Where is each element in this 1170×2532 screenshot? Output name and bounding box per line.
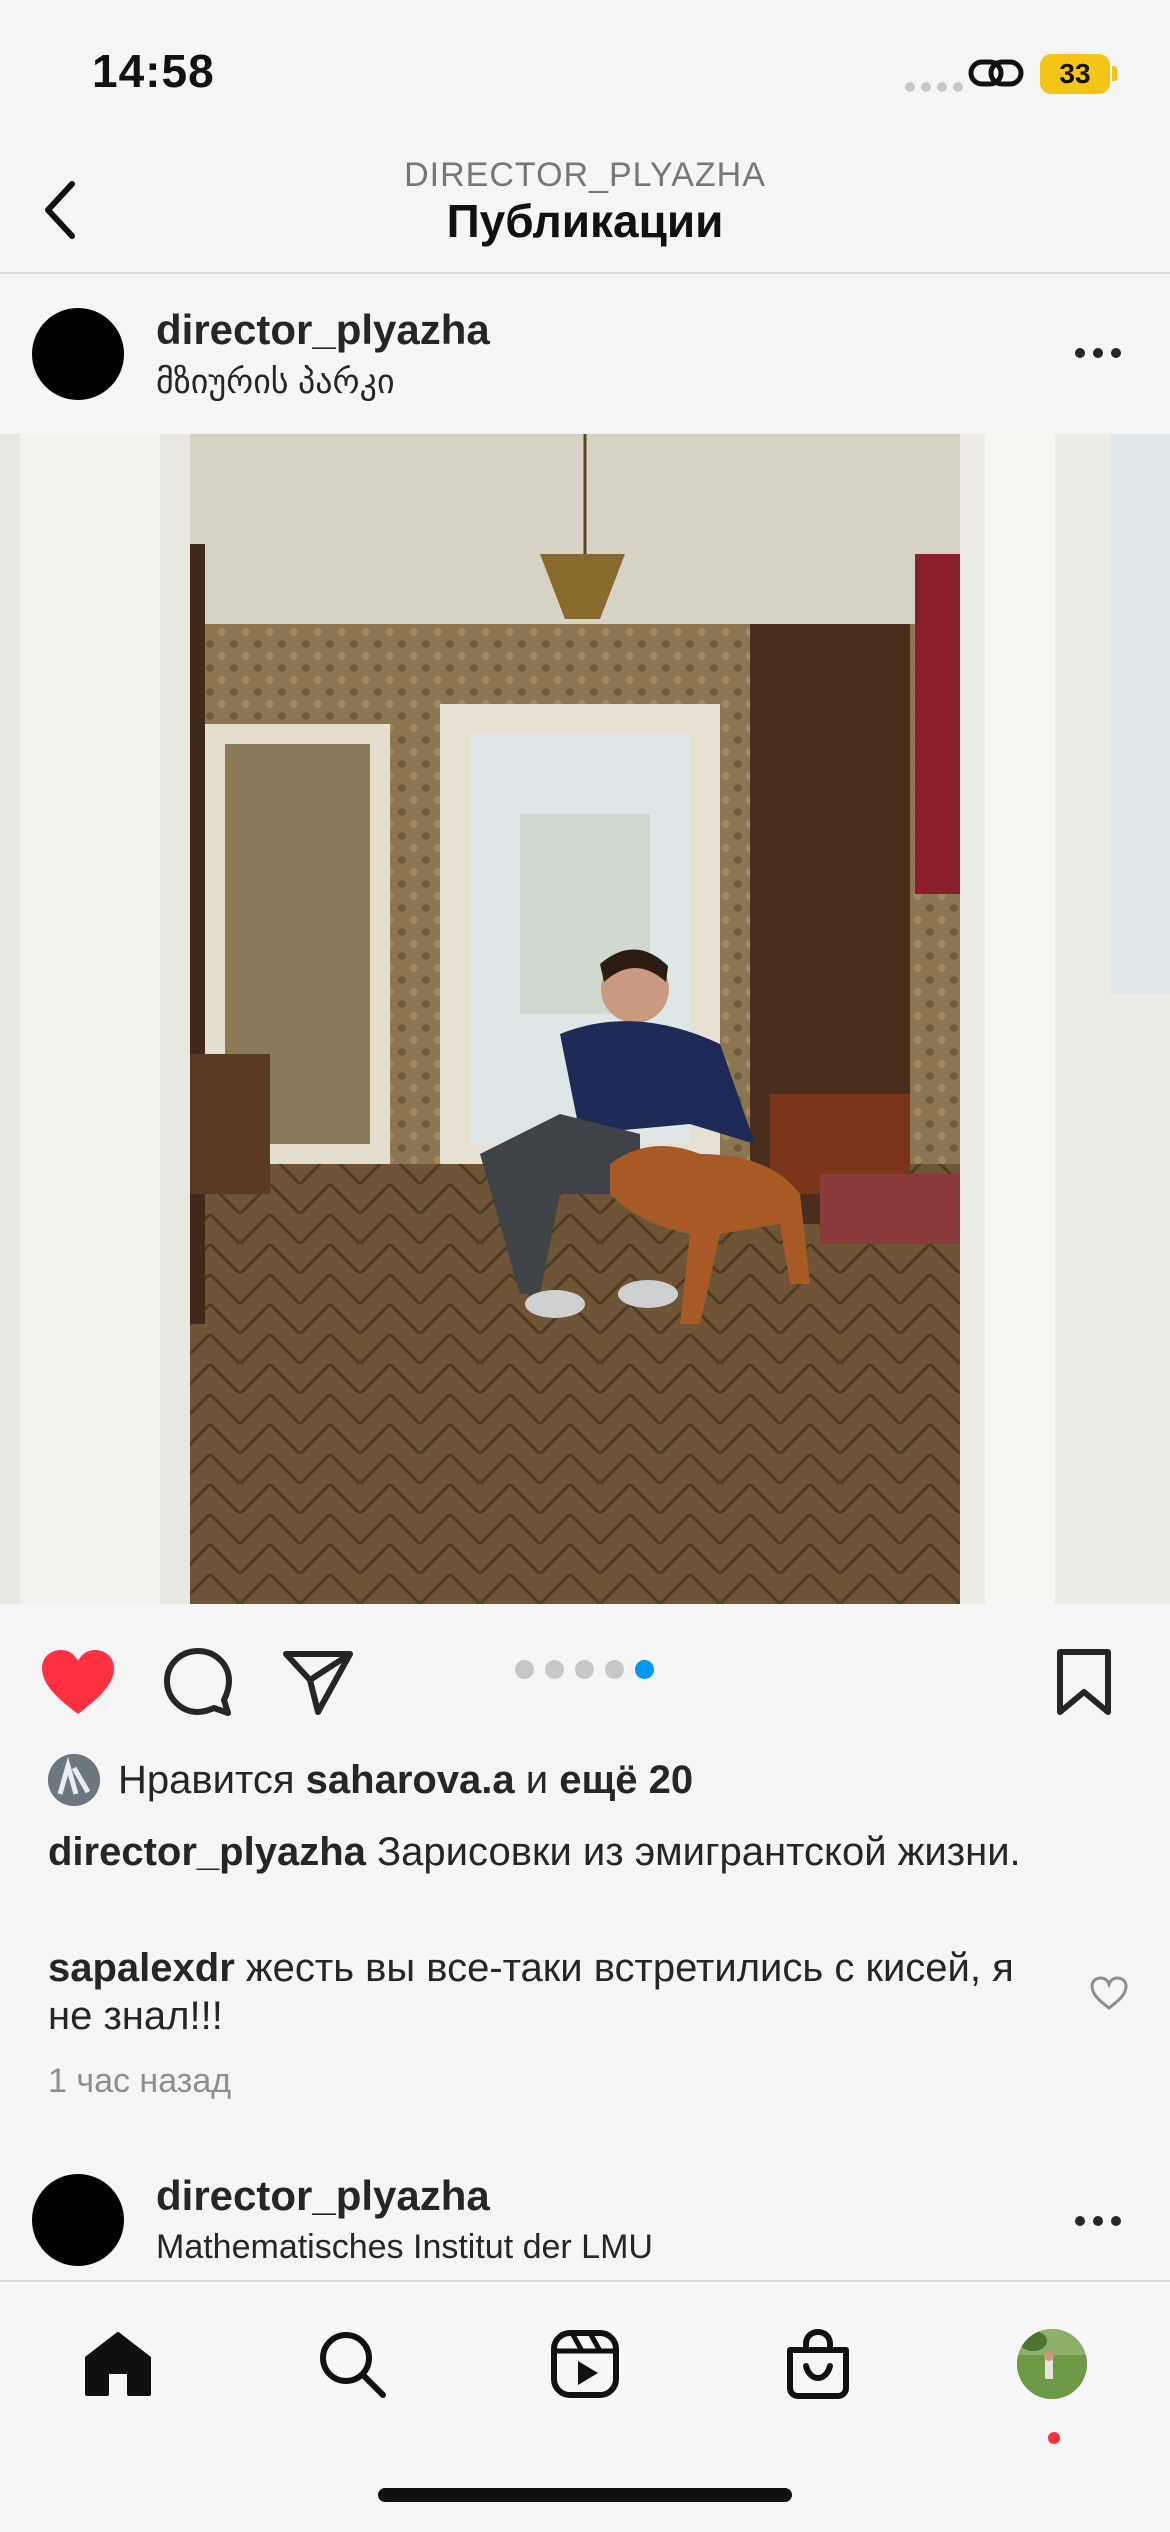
post-caption: director_plyazha Зарисовки из эмигрантск… [48,1828,1088,1876]
bookmark-icon [1057,1649,1111,1715]
post-timestamp: 1 час назад [48,2062,232,2100]
next-post-header: director_plyazha Mathematisches Institut… [0,2146,1170,2280]
home-icon [85,2332,151,2396]
next-post-more-button[interactable] [1075,2216,1121,2226]
comment-button[interactable] [158,1642,238,1722]
tab-home[interactable] [78,2324,158,2404]
comment: sapalexdr жесть вы все-таки встретились … [48,1944,1048,2040]
carousel-dot [545,1660,564,1679]
nav-header: DIRECTOR_PLYAZHA Публикации [0,150,1170,274]
paper-plane-icon [283,1651,353,1715]
avatar[interactable] [32,308,124,400]
carousel-dot [605,1660,624,1679]
carousel-dot-active [635,1660,654,1679]
carousel-dot [575,1660,594,1679]
signal-icon [905,82,963,92]
like-button[interactable] [38,1642,118,1722]
comment-username[interactable]: sapalexdr [48,1946,235,1990]
post-username[interactable]: director_plyazha [156,306,490,354]
liker-avatar [48,1754,100,1806]
search-icon [320,2332,386,2398]
personal-hotspot-icon [968,54,1024,99]
profile-avatar [1017,2329,1087,2399]
reels-icon [551,2330,619,2398]
heart-filled-icon [42,1650,114,1714]
likes-prefix: Нравится [118,1757,295,1802]
save-button[interactable] [1044,1642,1124,1722]
carousel-dot [515,1660,534,1679]
shop-icon [787,2328,849,2399]
share-button[interactable] [278,1642,358,1722]
next-post-avatar[interactable] [32,2174,124,2266]
comment-icon [164,1648,232,1716]
battery-cap [1112,66,1117,81]
more-options-button[interactable] [1075,348,1121,358]
home-indicator [378,2488,792,2502]
tab-shop[interactable] [778,2324,858,2404]
likes-row[interactable]: Нравится saharova.a и ещё 20 [48,1750,693,1810]
post-header: director_plyazha მზიურის პარკი [0,276,1170,434]
likes-more[interactable]: ещё 20 [559,1758,693,1803]
next-post-username[interactable]: director_plyazha [156,2172,490,2220]
notification-dot [1048,2432,1060,2444]
caption-text: Зарисовки из эмигрантской жизни. [377,1830,1021,1874]
likes-user[interactable]: saharova.a [306,1758,515,1803]
status-time: 14:58 [92,45,215,97]
nav-subtitle: DIRECTOR_PLYAZHA [404,156,766,194]
likes-and: и [525,1757,549,1802]
heart-outline-icon [1090,1976,1128,2010]
action-bar [0,1604,1170,1754]
post-location[interactable]: მზიურის პარკი [156,362,395,402]
tab-profile[interactable] [1012,2324,1092,2404]
post-photo[interactable] [0,434,1170,1604]
comment-like-button[interactable] [1090,1976,1128,2015]
page-title: Публикации [446,195,724,247]
caption-username[interactable]: director_plyazha [48,1830,366,1874]
status-bar: 14:58 33 [0,0,1170,150]
carousel-indicator [515,1660,654,1679]
photo-room-with-man-and-dog [0,434,1170,1604]
tab-reels[interactable] [545,2324,625,2404]
battery-indicator: 33 [1040,54,1110,94]
next-post-location[interactable]: Mathematisches Institut der LMU [156,2228,653,2267]
tab-search[interactable] [312,2324,392,2404]
